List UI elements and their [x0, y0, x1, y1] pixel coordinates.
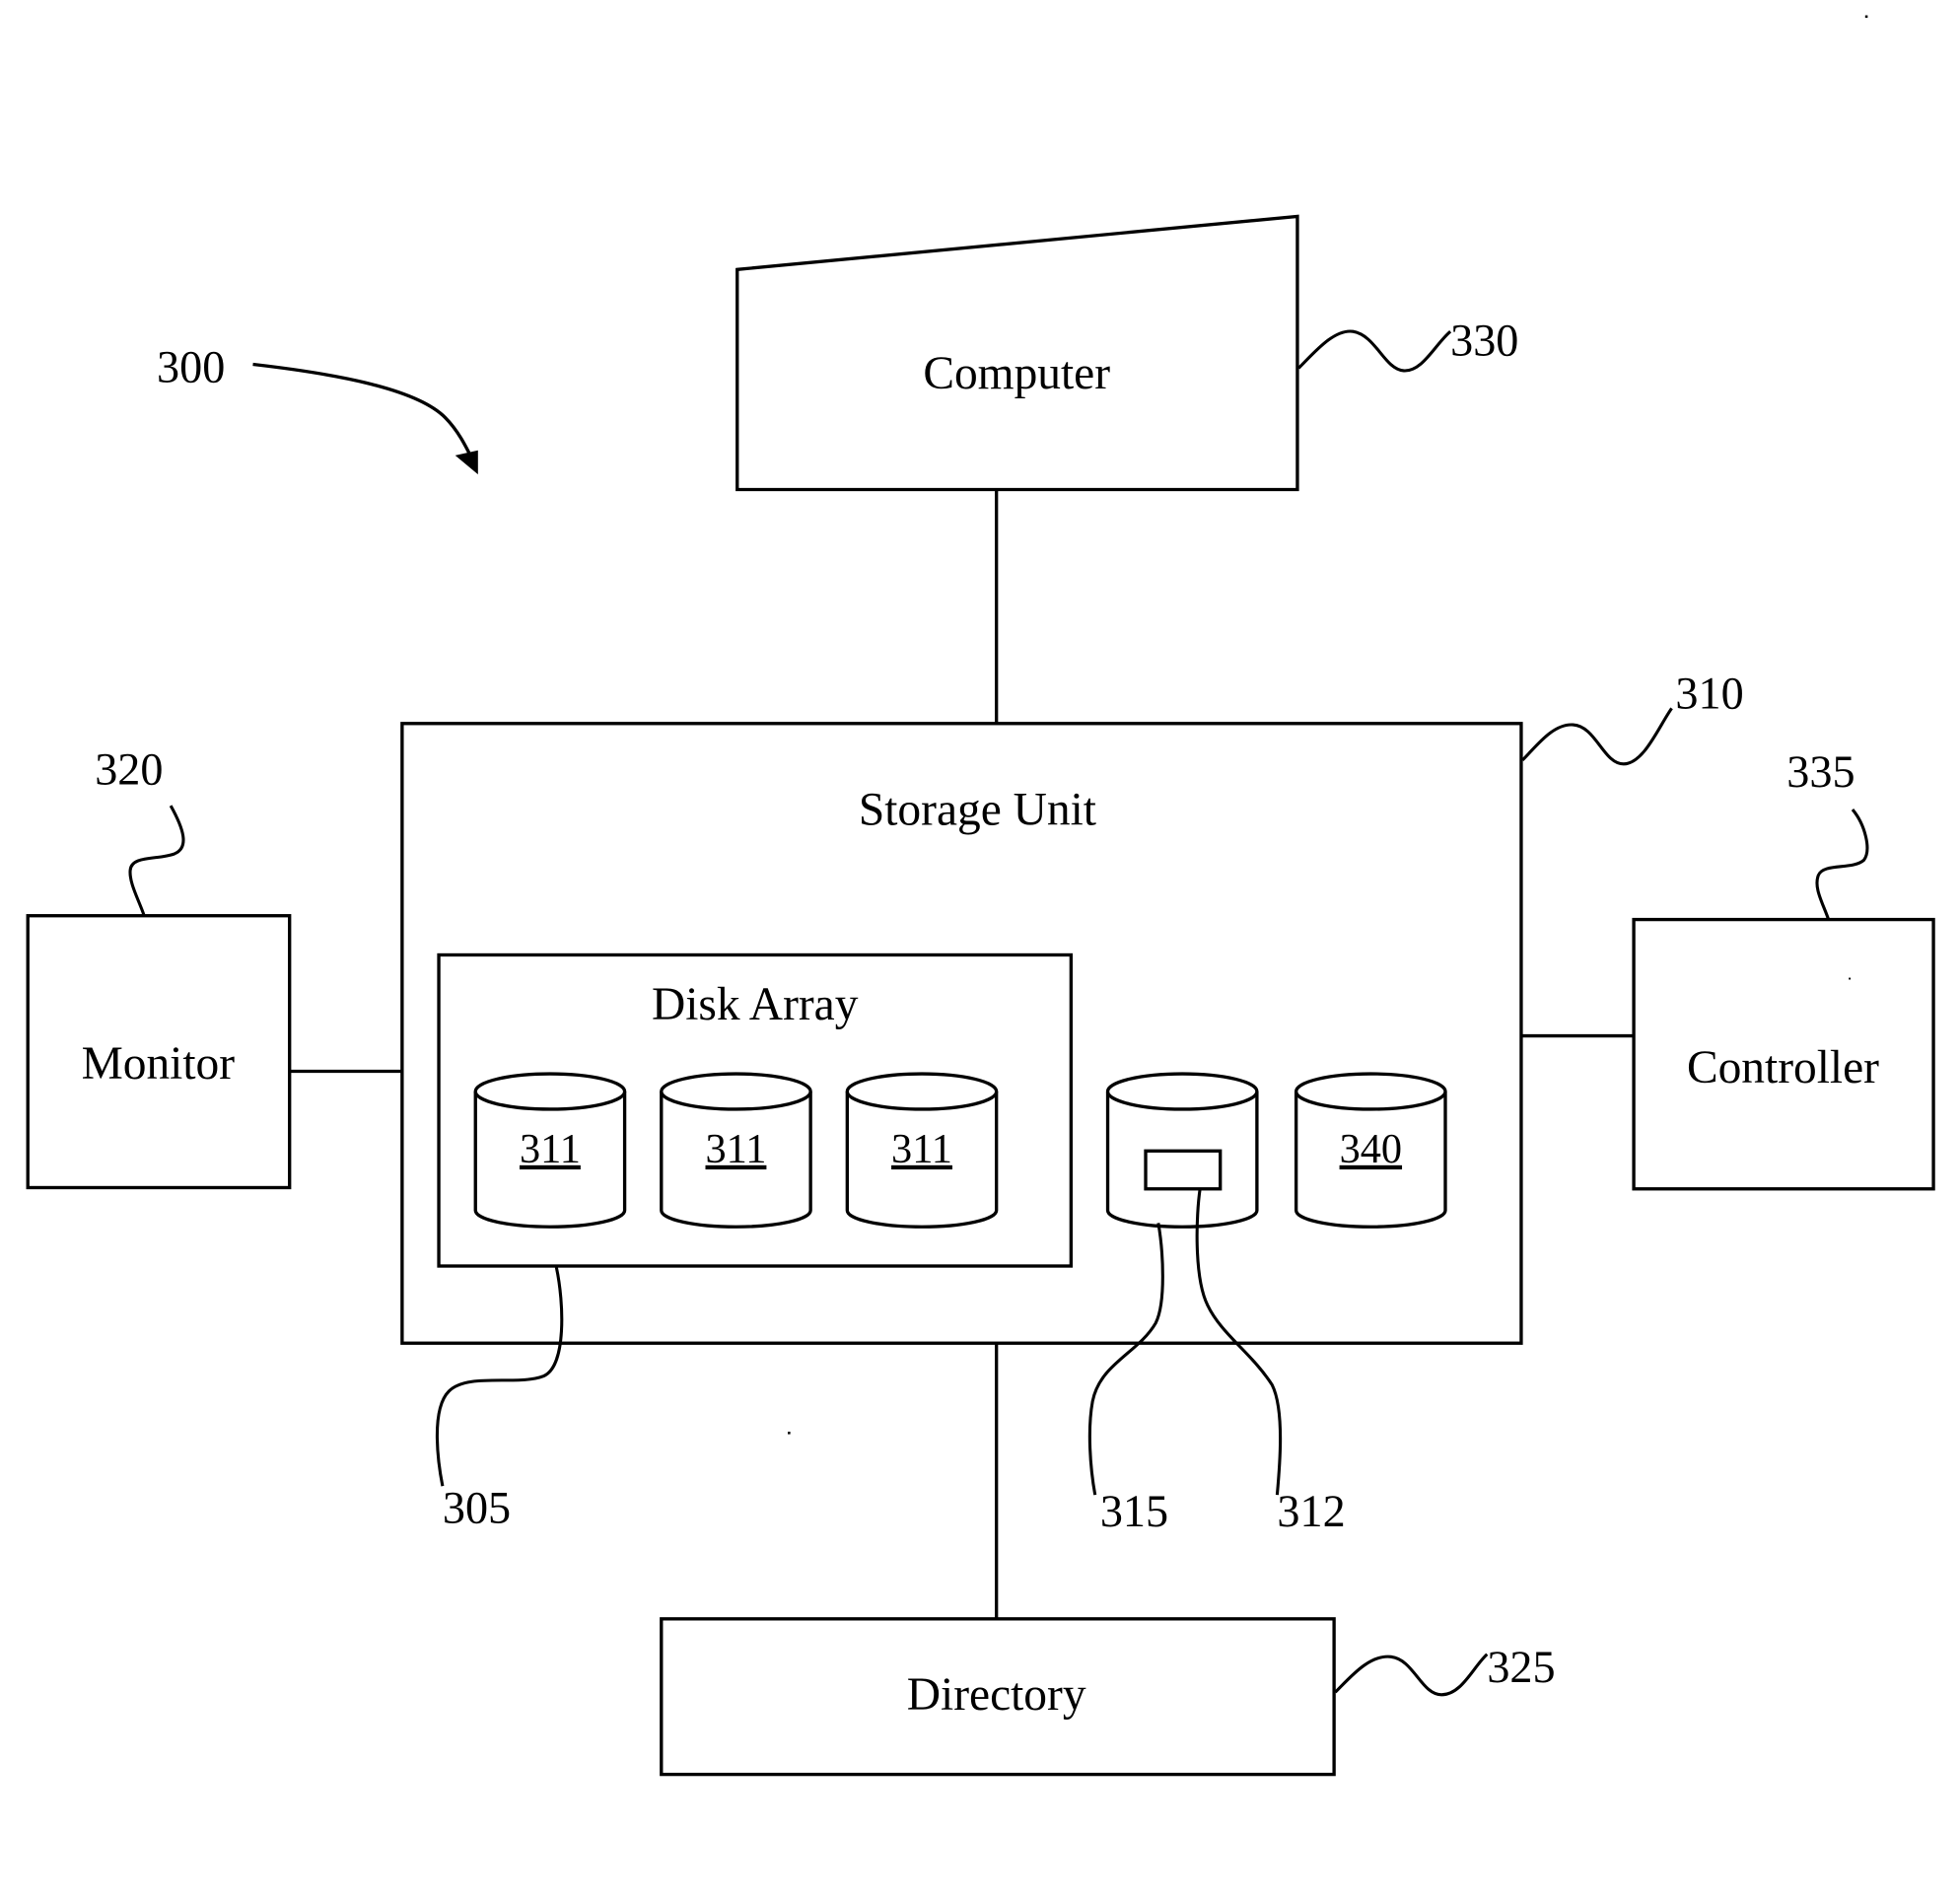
storage-unit-ref-leader	[1521, 707, 1673, 766]
computer-ref-leader	[1297, 329, 1452, 373]
disk-array-label: Disk Array	[652, 979, 859, 1030]
directory-label: Directory	[907, 1669, 1086, 1721]
disk-label: 311	[520, 1126, 581, 1172]
figure-ref-label: 300	[157, 341, 225, 391]
figure-reference: 300	[157, 341, 478, 475]
monitor-ref-leader	[128, 805, 185, 917]
system-diagram: 300 Computer 330 Storage Unit 310 Disk A…	[26, 15, 1935, 1777]
scan-dot	[1849, 977, 1852, 980]
storage-unit-node: Storage Unit 310 Disk Array 311 311 311 …	[400, 668, 1744, 1536]
disk-cylinder: 311	[473, 1072, 627, 1229]
disk-label: 311	[706, 1126, 767, 1172]
disk-array-ref: 305	[443, 1482, 511, 1532]
disk-cylinder: 311	[845, 1072, 999, 1229]
controller-ref: 335	[1786, 746, 1855, 797]
scan-dot	[1864, 15, 1868, 19]
tagged-disk-ref: 315	[1100, 1486, 1168, 1536]
monitor-ref: 320	[95, 743, 163, 794]
controller-ref-leader	[1815, 809, 1869, 921]
directory-ref-leader	[1334, 1653, 1489, 1697]
disk-tag	[1144, 1149, 1223, 1191]
directory-ref: 325	[1487, 1642, 1555, 1692]
disk-340-label: 340	[1340, 1126, 1402, 1172]
arrowhead-icon	[455, 450, 478, 475]
disk-tag-ref: 312	[1277, 1486, 1345, 1536]
disk-340: 340	[1294, 1072, 1447, 1229]
scan-dot	[788, 1432, 791, 1435]
controller-node: Controller 335	[1632, 746, 1935, 1191]
figure-ref-arrow-icon	[252, 362, 475, 461]
computer-ref: 330	[1450, 316, 1518, 366]
computer-node: Computer 330	[735, 214, 1518, 492]
storage-unit-label: Storage Unit	[859, 784, 1096, 835]
disk-array: Disk Array 311 311 311	[435, 952, 1074, 1487]
storage-unit-ref: 310	[1675, 668, 1743, 718]
directory-node: Directory 325	[660, 1617, 1556, 1777]
disk-label: 311	[891, 1126, 952, 1172]
monitor-node: Monitor 320	[26, 743, 292, 1190]
disk-cylinder: 311	[660, 1072, 812, 1229]
controller-label: Controller	[1687, 1042, 1879, 1093]
monitor-label: Monitor	[82, 1038, 236, 1090]
computer-label: Computer	[923, 348, 1110, 399]
